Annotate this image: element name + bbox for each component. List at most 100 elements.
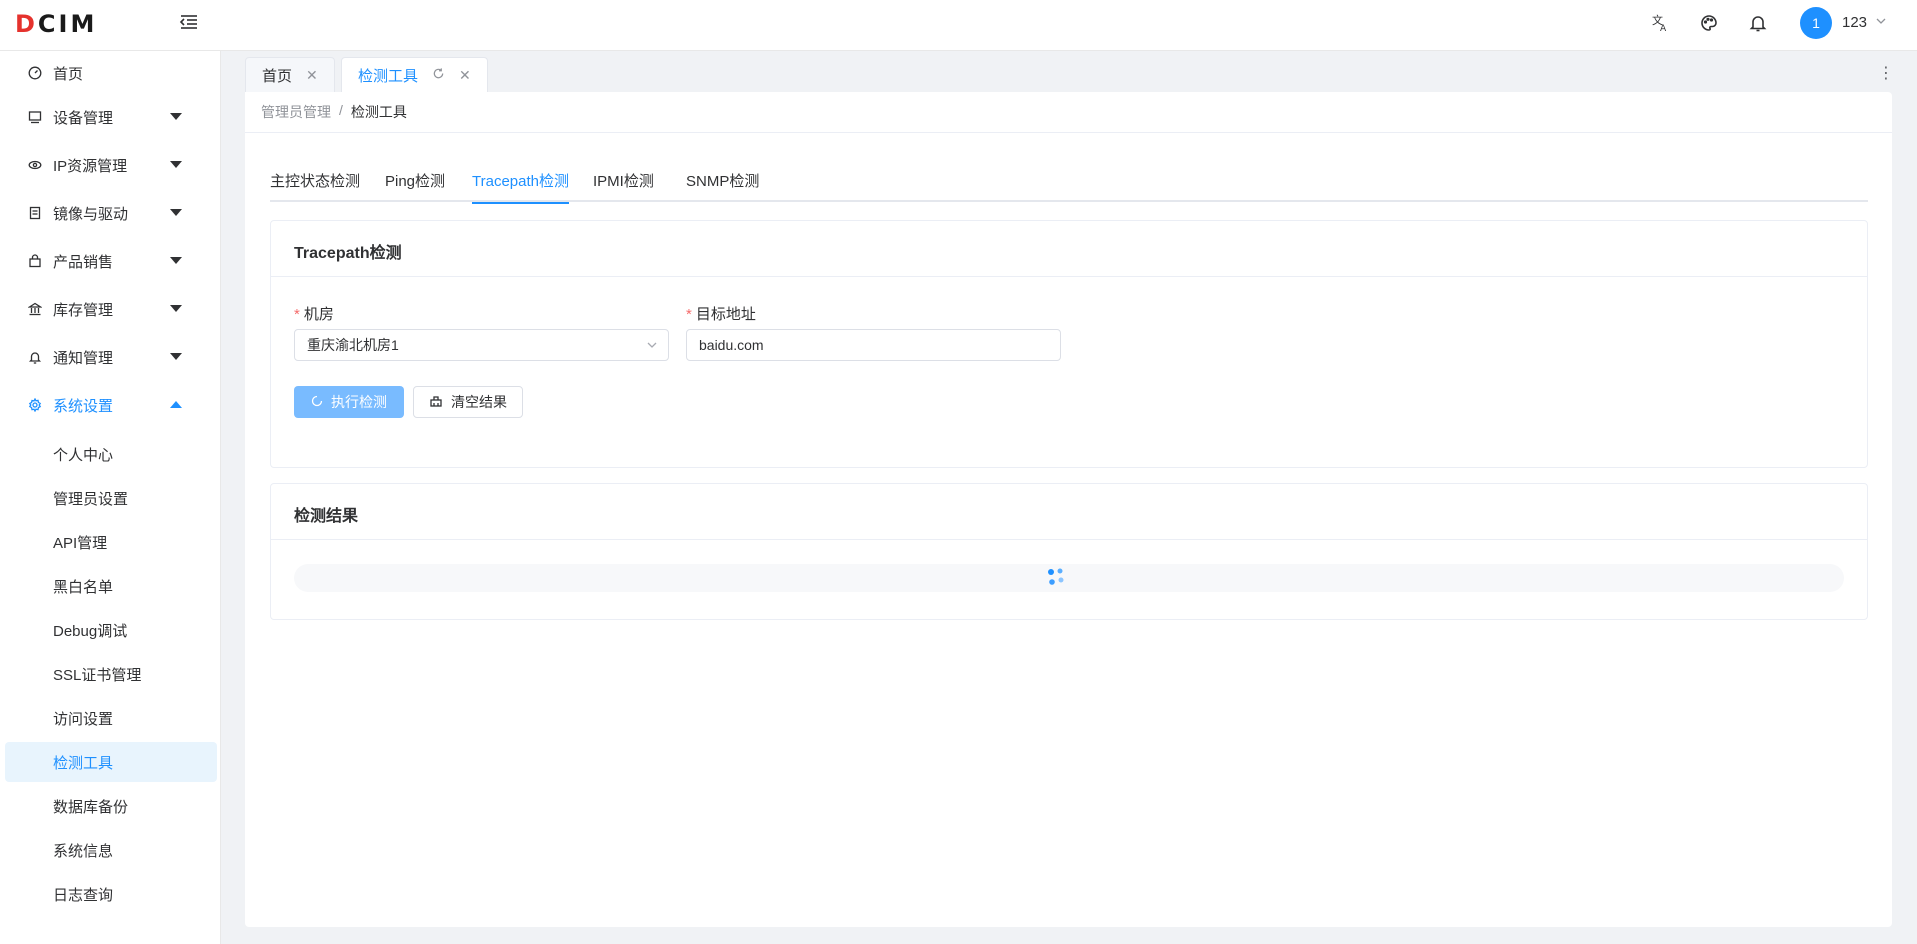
sidebar-item-label: 镜像与驱动 xyxy=(53,205,129,223)
logo-mark: D xyxy=(15,10,38,38)
top-header: D CIM 文A 1 123 xyxy=(0,0,1917,51)
breadcrumb: 管理员管理 / 检测工具 xyxy=(261,102,407,122)
loading-icon xyxy=(311,394,323,410)
clear-results-button[interactable]: 清空结果 xyxy=(413,386,523,418)
target-address-input[interactable]: baidu.com xyxy=(686,329,1061,361)
tracepath-form-panel: Tracepath检测 * 机房 重庆渝北机房1 * 目标地址 baidu.com … xyxy=(270,220,1868,468)
sidebar-item-home[interactable]: 首页 xyxy=(0,51,221,95)
logo-text: CIM xyxy=(37,10,98,38)
sidebar-sub-black-white-list[interactable]: 黑白名单 xyxy=(5,566,217,606)
divider xyxy=(271,539,1867,540)
caret-down-icon xyxy=(170,305,182,312)
caret-down-icon xyxy=(170,353,182,360)
room-label-text: 机房 xyxy=(303,306,334,323)
sidebar-sub-access-settings[interactable]: 访问设置 xyxy=(5,698,217,738)
sidebar-sub-ssl-certs[interactable]: SSL证书管理 xyxy=(5,654,217,694)
sidebar-item-label: 设备管理 xyxy=(53,109,114,127)
document-icon xyxy=(27,205,43,221)
chevron-down-icon xyxy=(1875,14,1887,31)
breadcrumb-separator: / xyxy=(339,102,343,118)
user-menu[interactable]: 123 xyxy=(1842,14,1887,31)
target-label: * 目标地址 xyxy=(686,303,756,324)
sidebar-item-label: 产品销售 xyxy=(53,253,114,271)
refresh-icon[interactable] xyxy=(432,67,445,84)
sidebar-item-ip-resources[interactable]: IP资源管理 xyxy=(0,143,221,187)
tab-label: 检测工具 xyxy=(358,67,419,85)
panel-title: Tracepath检测 xyxy=(294,245,402,262)
more-vertical-icon[interactable]: ⋮ xyxy=(1878,66,1894,82)
room-select[interactable]: 重庆渝北机房1 xyxy=(294,329,669,361)
tab-ipmi[interactable]: IPMI检测 xyxy=(593,170,654,202)
sidebar-item-label: 通知管理 xyxy=(53,349,114,367)
sidebar-sub-db-backup[interactable]: 数据库备份 xyxy=(5,786,217,826)
sidebar-item-devices[interactable]: 设备管理 xyxy=(0,95,221,139)
sidebar-sub-system-info[interactable]: 系统信息 xyxy=(5,830,217,870)
breadcrumb-parent[interactable]: 管理员管理 xyxy=(261,102,331,122)
tab-master-status[interactable]: 主控状态检测 xyxy=(270,170,360,202)
tab-snmp[interactable]: SNMP检测 xyxy=(686,170,759,202)
tab-ping[interactable]: Ping检测 xyxy=(385,170,445,202)
palette-icon[interactable] xyxy=(1697,11,1721,35)
sidebar-sub-debug[interactable]: Debug调试 xyxy=(5,610,217,650)
main-content: 管理员管理 / 检测工具 主控状态检测 Ping检测 Tracepath检测 I… xyxy=(245,92,1892,927)
tab-label: 首页 xyxy=(262,67,293,85)
loading-spinner-icon xyxy=(1045,566,1067,588)
sidebar-item-inventory[interactable]: 库存管理 xyxy=(0,287,221,331)
network-icon xyxy=(27,157,43,173)
sidebar-sub-detection-tools[interactable]: 检测工具 xyxy=(5,742,217,782)
caret-up-icon xyxy=(170,401,182,408)
broom-icon xyxy=(429,394,443,411)
divider xyxy=(245,132,1892,133)
sidebar-item-label: 首页 xyxy=(53,65,84,83)
divider xyxy=(271,276,1867,277)
sidebar-item-label: IP资源管理 xyxy=(53,157,128,175)
sidebar-sub-log-query[interactable]: 日志查询 xyxy=(5,874,217,914)
gear-icon xyxy=(27,397,43,413)
translate-icon[interactable]: 文A xyxy=(1648,11,1672,35)
run-button-label: 执行检测 xyxy=(331,394,387,410)
breadcrumb-current: 检测工具 xyxy=(350,104,407,120)
monitor-icon xyxy=(27,109,43,125)
tab-home[interactable]: 首页 ✕ xyxy=(245,57,335,92)
caret-down-icon xyxy=(170,209,182,216)
results-area xyxy=(294,564,1844,592)
logo: D CIM xyxy=(15,10,97,38)
room-select-value: 重庆渝北机房1 xyxy=(307,337,399,353)
sidebar-item-label: 库存管理 xyxy=(53,301,114,319)
close-icon[interactable]: ✕ xyxy=(459,67,471,84)
bell-icon xyxy=(27,349,43,365)
tab-tracepath[interactable]: Tracepath检测 xyxy=(472,170,569,204)
dashboard-icon xyxy=(27,65,43,81)
clear-button-label: 清空结果 xyxy=(451,394,507,410)
caret-down-icon xyxy=(170,113,182,120)
bank-icon xyxy=(27,301,43,317)
sidebar-sub-api-management[interactable]: API管理 xyxy=(5,522,217,562)
sidebar-item-images-drivers[interactable]: 镜像与驱动 xyxy=(0,191,221,235)
caret-down-icon xyxy=(170,161,182,168)
sidebar: 首页 设备管理 IP资源管理 镜像与驱动 产品销售 库存管理 通知管理 系统设置… xyxy=(0,51,221,944)
menu-collapse-icon[interactable] xyxy=(177,10,201,34)
sidebar-item-label: 系统设置 xyxy=(53,397,114,415)
avatar[interactable]: 1 xyxy=(1800,7,1832,39)
required-mark: * xyxy=(686,306,692,323)
chevron-down-icon xyxy=(646,338,658,354)
target-label-text: 目标地址 xyxy=(695,306,756,323)
panel-title: 检测结果 xyxy=(294,508,359,525)
bell-icon[interactable] xyxy=(1746,11,1770,35)
sidebar-item-system-settings[interactable]: 系统设置 xyxy=(0,383,221,427)
detection-tabs: 主控状态检测 Ping检测 Tracepath检测 IPMI检测 SNMP检测 xyxy=(270,170,1868,204)
bag-icon xyxy=(27,253,43,269)
run-detection-button[interactable]: 执行检测 xyxy=(294,386,404,418)
sidebar-sub-personal-center[interactable]: 个人中心 xyxy=(5,434,217,474)
sidebar-sub-admin-settings[interactable]: 管理员设置 xyxy=(5,478,217,518)
target-address-value: baidu.com xyxy=(699,337,764,353)
close-icon[interactable]: ✕ xyxy=(306,67,318,84)
results-panel: 检测结果 xyxy=(270,483,1868,620)
username-label: 123 xyxy=(1842,14,1868,31)
room-label: * 机房 xyxy=(294,303,334,324)
caret-down-icon xyxy=(170,257,182,264)
sidebar-item-product-sales[interactable]: 产品销售 xyxy=(0,239,221,283)
tab-detection-tools[interactable]: 检测工具 ✕ xyxy=(341,57,488,92)
required-mark: * xyxy=(294,306,300,323)
sidebar-item-notifications[interactable]: 通知管理 xyxy=(0,335,221,379)
